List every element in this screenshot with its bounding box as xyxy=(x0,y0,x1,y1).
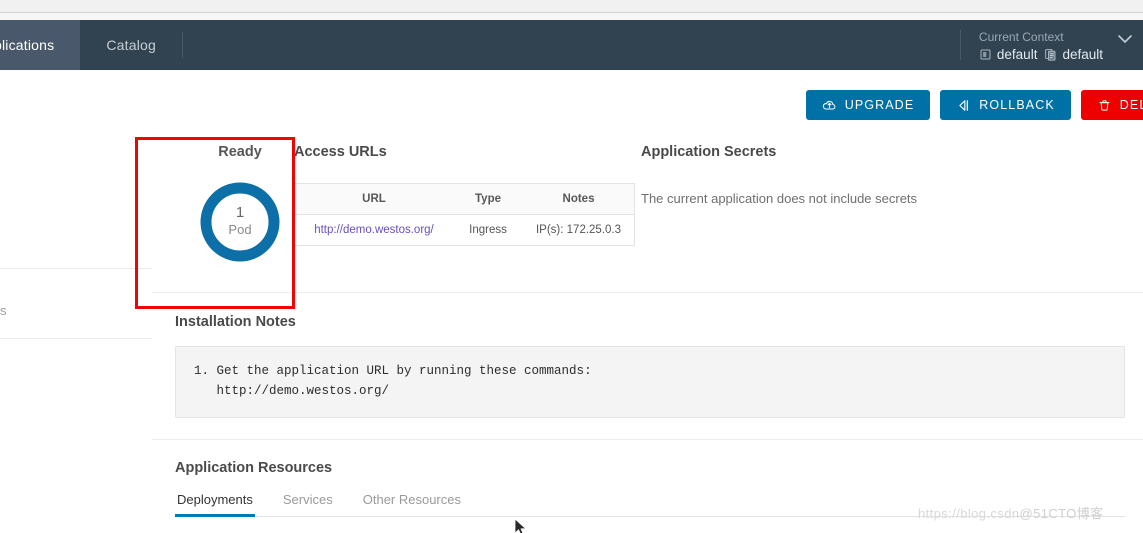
access-urls-table: URL Type Notes http://demo.westos.org/ I… xyxy=(294,183,635,246)
rollback-button[interactable]: ROLLBACK xyxy=(940,90,1071,120)
delete-button-label: DELETE xyxy=(1119,98,1143,112)
rail-divider-1 xyxy=(0,268,152,269)
rail-text-fragment: s xyxy=(0,303,7,318)
delete-button[interactable]: DELETE xyxy=(1080,90,1143,120)
current-context-label: Current Context xyxy=(978,29,1064,44)
resource-tabs: Deployments Services Other Resources xyxy=(175,490,1125,517)
summary-row: Ready 1 Pod Access URLs URL Type Notes h… xyxy=(152,134,1143,292)
browser-chrome-strip xyxy=(0,0,1143,13)
installation-notes-section: Installation Notes 1. Get the applicatio… xyxy=(175,314,1125,418)
table-row: http://demo.westos.org/ Ingress IP(s): 1… xyxy=(295,215,635,246)
tab-deployments-label: Deployments xyxy=(177,492,253,507)
ready-pod-unit: Pod xyxy=(228,222,252,237)
browser-chrome-strip-lower xyxy=(0,13,1143,20)
installation-notes-code: 1. Get the application URL by running th… xyxy=(175,346,1125,418)
rollback-button-label: ROLLBACK xyxy=(979,98,1055,112)
cell-notes: IP(s): 172.25.0.3 xyxy=(535,224,622,236)
tab-other-resources-label: Other Resources xyxy=(362,492,461,507)
tab-services-label: Services xyxy=(282,492,333,507)
application-resources-section: Application Resources Deployments Servic… xyxy=(175,460,1125,517)
left-rail: s xyxy=(0,134,153,533)
current-context-values: default default xyxy=(979,47,1103,62)
column-header-type: Type xyxy=(453,183,523,215)
context-cluster-value: default xyxy=(996,46,1038,62)
rollback-icon xyxy=(956,98,971,113)
access-urls-header-row: URL Type Notes xyxy=(294,183,635,215)
cloud-upload-icon xyxy=(822,98,837,113)
application-window: pplications Catalog Current Context xyxy=(0,0,1143,533)
access-urls-title: Access URLs xyxy=(294,144,387,160)
tab-services[interactable]: Services xyxy=(281,490,335,517)
upgrade-button[interactable]: UPGRADE xyxy=(805,90,931,120)
application-resources-title: Application Resources xyxy=(175,460,333,476)
context-namespace-value: default xyxy=(1062,46,1103,62)
action-bar: UPGRADE ROLLBACK DE xyxy=(0,70,1143,135)
application-secrets-section: Application Secrets The current applicat… xyxy=(641,144,1071,206)
main-content: Ready 1 Pod Access URLs URL Type Notes h… xyxy=(152,134,1143,533)
cluster-icon xyxy=(979,48,992,61)
current-context-inner: Current Context default default xyxy=(979,29,1103,62)
upgrade-button-label: UPGRADE xyxy=(844,98,915,112)
access-urls-section: Access URLs URL Type Notes http://demo.w… xyxy=(294,144,635,246)
ready-donut-chart: 1 Pod xyxy=(196,178,284,266)
column-header-url: URL xyxy=(294,183,453,215)
cell-type: Ingress xyxy=(469,224,507,236)
tab-other-resources[interactable]: Other Resources xyxy=(361,490,463,517)
column-header-notes: Notes xyxy=(523,183,635,215)
tab-deployments[interactable]: Deployments xyxy=(175,490,255,517)
installation-notes-title: Installation Notes xyxy=(175,314,296,330)
action-button-group: UPGRADE ROLLBACK DE xyxy=(805,90,1143,120)
nav-tab-applications-label: pplications xyxy=(0,37,55,53)
mouse-cursor-icon xyxy=(514,518,527,533)
chevron-down-icon[interactable] xyxy=(1117,34,1133,44)
nav-tab-catalog[interactable]: Catalog xyxy=(80,20,182,70)
rail-divider-2 xyxy=(0,338,152,339)
context-namespace: default xyxy=(1044,47,1103,62)
nav-tab-applications[interactable]: pplications xyxy=(0,20,81,70)
top-navbar: pplications Catalog Current Context xyxy=(0,20,1143,70)
ready-pod-count: 1 xyxy=(235,204,245,221)
trash-icon xyxy=(1097,98,1112,113)
access-url-link[interactable]: http://demo.westos.org/ xyxy=(314,224,434,236)
content-divider-1 xyxy=(152,292,1143,293)
nav-tab-catalog-label: Catalog xyxy=(106,37,157,53)
namespace-icon xyxy=(1044,48,1057,61)
current-context-selector[interactable]: Current Context default default xyxy=(961,20,1143,70)
content-divider-2 xyxy=(152,439,1143,440)
context-cluster: default xyxy=(979,46,1038,62)
cell-url: http://demo.westos.org/ xyxy=(295,215,454,246)
application-secrets-title: Application Secrets xyxy=(641,144,777,160)
application-secrets-message: The current application does not include… xyxy=(641,191,918,206)
